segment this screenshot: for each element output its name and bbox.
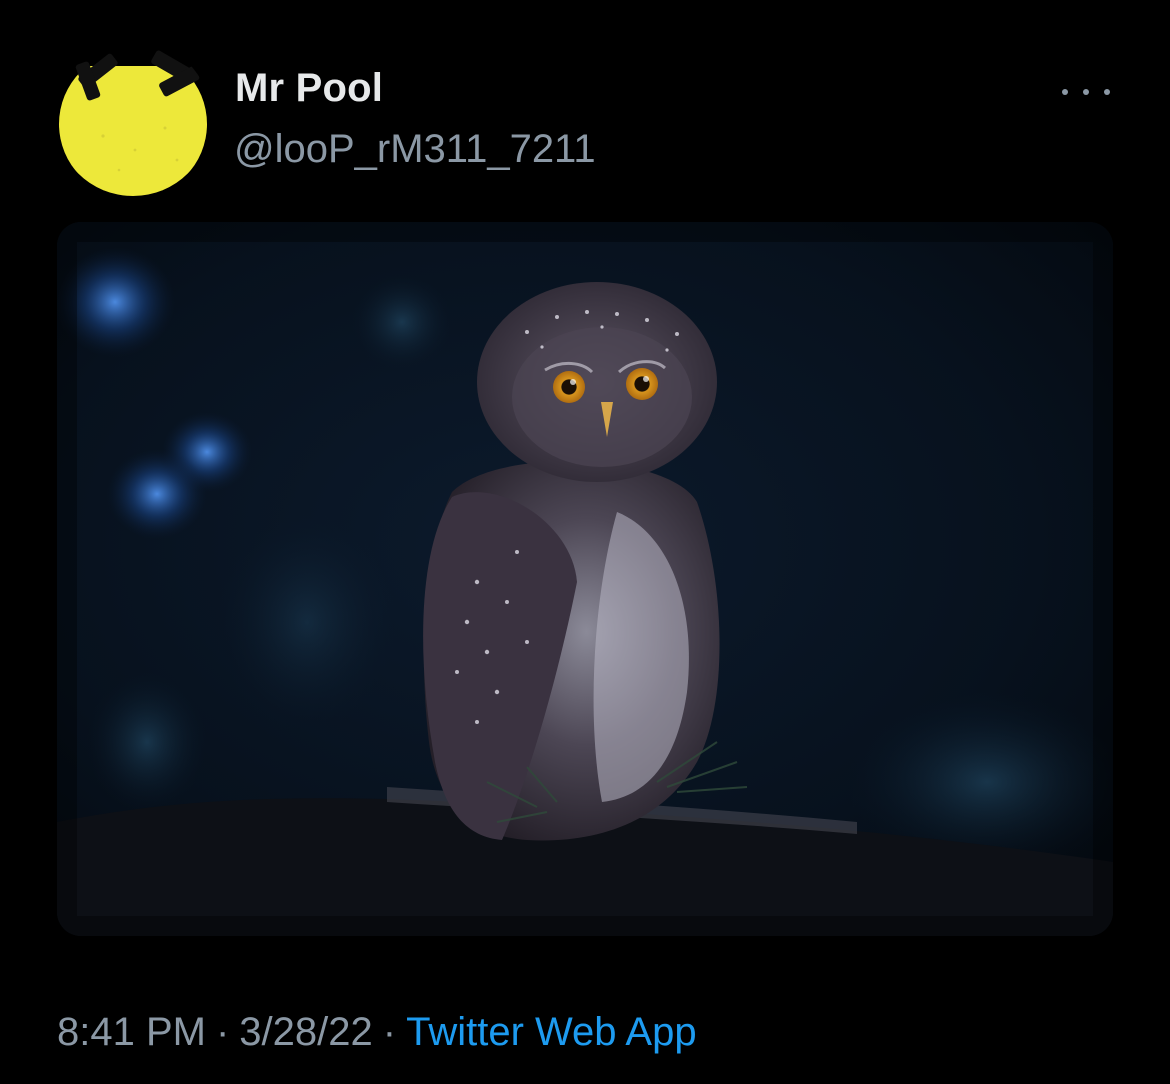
yellow-face-avatar-icon — [55, 40, 211, 196]
separator: · — [382, 1010, 397, 1054]
tweet-media-photo[interactable] — [57, 222, 1113, 936]
dot — [1104, 89, 1110, 95]
source-client-link[interactable]: Twitter Web App — [406, 1010, 697, 1054]
tweet-date[interactable]: 3/28/22 — [239, 1010, 372, 1054]
dot — [1083, 89, 1089, 95]
more-options-icon[interactable] — [1062, 80, 1110, 104]
tweet: Mr Pool @looP_rM311_7211 8:41 PM · 3/28/… — [0, 0, 1170, 1084]
dot — [1062, 89, 1068, 95]
author-display-name[interactable]: Mr Pool — [235, 66, 383, 111]
owl-photo-icon — [57, 222, 1113, 936]
avatar[interactable] — [55, 40, 211, 196]
tweet-metadata: 8:41 PM · 3/28/22 · Twitter Web App — [57, 1010, 697, 1055]
author-handle[interactable]: @looP_rM311_7211 — [234, 127, 596, 172]
tweet-time[interactable]: 8:41 PM — [57, 1010, 206, 1054]
separator: · — [215, 1010, 230, 1054]
